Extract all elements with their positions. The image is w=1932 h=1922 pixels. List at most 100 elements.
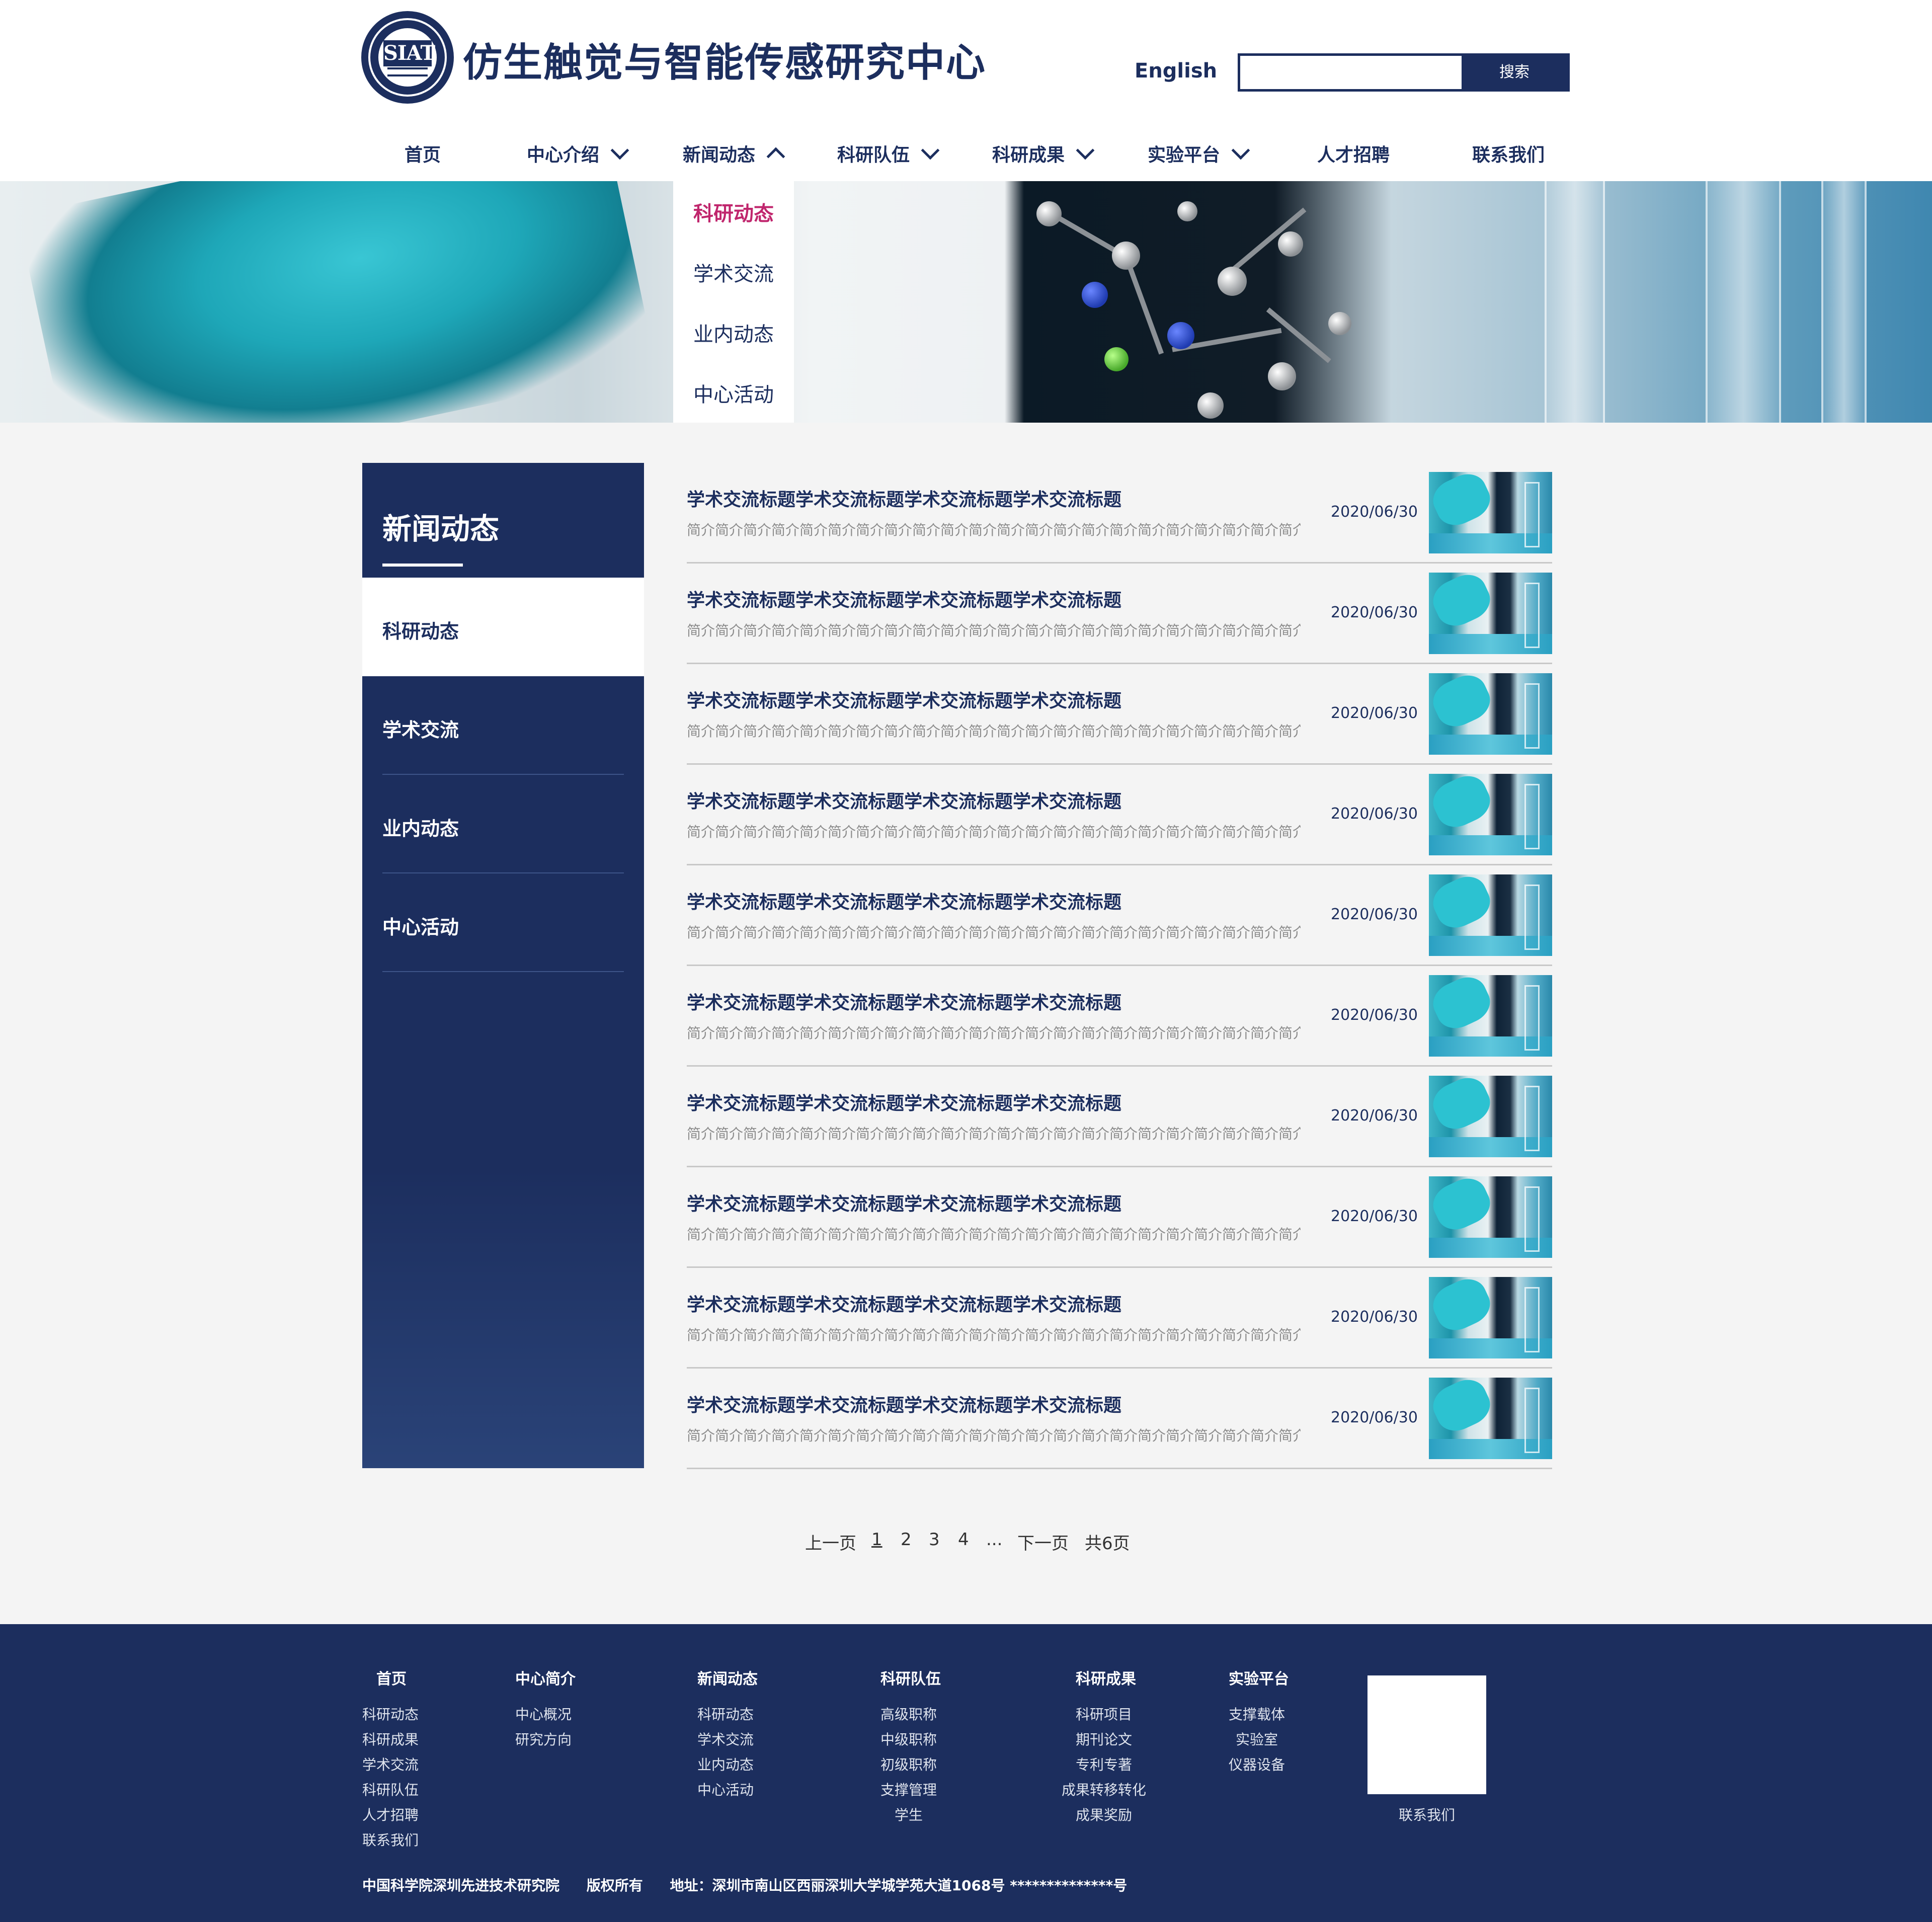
footer-link[interactable]: 支撑载体 (1229, 1704, 1285, 1724)
news-title[interactable]: 学术交流标题学术交流标题学术交流标题学术交流标题 (687, 888, 1121, 914)
thumb-flask (1524, 1388, 1540, 1453)
search-button[interactable]: 搜索 (1462, 56, 1567, 89)
footer-link[interactable]: 实验室 (1236, 1729, 1278, 1749)
footer-col-head[interactable]: 科研队伍 (880, 1666, 941, 1689)
news-title[interactable]: 学术交流标题学术交流标题学术交流标题学术交流标题 (687, 1290, 1121, 1316)
nav-item-home[interactable]: 首页 (405, 130, 441, 181)
footer-col-head[interactable]: 中心简介 (515, 1666, 576, 1689)
footer-link[interactable]: 学术交流 (362, 1754, 419, 1774)
news-thumbnail[interactable] (1429, 573, 1552, 654)
sidebar-item-research-news[interactable]: 科研动态 (362, 578, 644, 676)
sidebar-item-industry-news[interactable]: 业内动态 (362, 775, 644, 873)
footer-link[interactable]: 期刊论文 (1076, 1729, 1132, 1749)
news-thumbnail[interactable] (1429, 774, 1552, 855)
news-item[interactable]: 学术交流标题学术交流标题学术交流标题学术交流标题 简介简介简介简介简介简介简介简… (687, 1067, 1552, 1167)
siat-logo[interactable]: SIAT (361, 11, 454, 104)
test-tube-shape (1821, 181, 1867, 423)
footer-link[interactable]: 科研动态 (362, 1704, 419, 1724)
sidebar-item-center-activities[interactable]: 中心活动 (362, 873, 644, 972)
news-title[interactable]: 学术交流标题学术交流标题学术交流标题学术交流标题 (687, 1391, 1121, 1417)
footer-link[interactable]: 科研成果 (362, 1729, 419, 1749)
page-link-1[interactable]: 1 (871, 1530, 882, 1550)
news-item[interactable]: 学术交流标题学术交流标题学术交流标题学术交流标题 简介简介简介简介简介简介简介简… (687, 1167, 1552, 1268)
nav-item-contact[interactable]: 联系我们 (1472, 130, 1545, 181)
footer-link[interactable]: 中级职称 (880, 1729, 937, 1749)
news-title[interactable]: 学术交流标题学术交流标题学术交流标题学术交流标题 (687, 787, 1121, 813)
news-thumbnail[interactable] (1429, 975, 1552, 1057)
news-item[interactable]: 学术交流标题学术交流标题学术交流标题学术交流标题 简介简介简介简介简介简介简介简… (687, 664, 1552, 765)
thumb-flask (1524, 482, 1540, 547)
footer-link[interactable]: 业内动态 (697, 1754, 754, 1774)
footer-link[interactable]: 研究方向 (515, 1729, 572, 1749)
prev-page-link[interactable]: 上一页 (805, 1530, 856, 1554)
page-link-2[interactable]: 2 (901, 1530, 912, 1550)
footer-link[interactable]: 仪器设备 (1229, 1754, 1285, 1774)
page-link-4[interactable]: 4 (958, 1530, 969, 1550)
footer-col-head[interactable]: 实验平台 (1229, 1666, 1289, 1689)
news-item[interactable]: 学术交流标题学术交流标题学术交流标题学术交流标题 简介简介简介简介简介简介简介简… (687, 1369, 1552, 1469)
footer-link[interactable]: 学术交流 (697, 1729, 754, 1749)
thumb-glove (1429, 472, 1496, 532)
footer-link[interactable]: 中心概况 (515, 1704, 572, 1724)
next-page-link[interactable]: 下一页 (1017, 1530, 1069, 1554)
news-title[interactable]: 学术交流标题学术交流标题学术交流标题学术交流标题 (687, 1189, 1121, 1216)
dropdown-item-academic-exchange[interactable]: 学术交流 (673, 258, 794, 287)
nav-item-recruit[interactable]: 人才招聘 (1317, 130, 1390, 181)
footer-link[interactable]: 成果奖励 (1076, 1804, 1132, 1824)
footer-col-head[interactable]: 首页 (376, 1666, 407, 1689)
news-summary: 简介简介简介简介简介简介简介简介简介简介简介简介简介简介简介简介简介简介简介简介… (687, 622, 1301, 639)
sidebar-item-label: 科研动态 (382, 620, 459, 643)
dropdown-item-industry-news[interactable]: 业内动态 (673, 318, 794, 347)
news-item[interactable]: 学术交流标题学术交流标题学术交流标题学术交流标题 简介简介简介简介简介简介简介简… (687, 865, 1552, 966)
news-title[interactable]: 学术交流标题学术交流标题学术交流标题学术交流标题 (687, 485, 1121, 511)
footer-col-head[interactable]: 科研成果 (1076, 1666, 1136, 1689)
footer-link[interactable]: 科研动态 (697, 1704, 754, 1724)
news-thumbnail[interactable] (1429, 1378, 1552, 1459)
molecule-atom (1218, 267, 1247, 296)
nav-item-platform[interactable]: 实验平台 (1148, 130, 1250, 181)
dropdown-item-research-news[interactable]: 科研动态 (673, 197, 794, 226)
news-item[interactable]: 学术交流标题学术交流标题学术交流标题学术交流标题 简介简介简介简介简介简介简介简… (687, 564, 1552, 664)
news-title[interactable]: 学术交流标题学术交流标题学术交流标题学术交流标题 (687, 686, 1121, 712)
news-thumbnail[interactable] (1429, 1076, 1552, 1157)
news-dropdown-menu: 科研动态 学术交流 业内动态 中心活动 (673, 181, 794, 423)
news-summary: 简介简介简介简介简介简介简介简介简介简介简介简介简介简介简介简介简介简介简介简介… (687, 1025, 1301, 1042)
footer-link[interactable]: 人才招聘 (362, 1804, 419, 1824)
dropdown-item-center-activities[interactable]: 中心活动 (673, 378, 794, 408)
qr-label[interactable]: 联系我们 (1399, 1804, 1455, 1824)
english-link[interactable]: English (1135, 59, 1217, 83)
footer-link[interactable]: 支撑管理 (880, 1779, 937, 1799)
page-link-3[interactable]: 3 (929, 1530, 940, 1550)
footer-link[interactable]: 科研项目 (1076, 1704, 1132, 1724)
news-title[interactable]: 学术交流标题学术交流标题学术交流标题学术交流标题 (687, 586, 1121, 612)
footer-link[interactable]: 初级职称 (880, 1754, 937, 1774)
news-thumbnail[interactable] (1429, 874, 1552, 956)
footer-link[interactable]: 科研队伍 (362, 1779, 419, 1799)
nav-item-results[interactable]: 科研成果 (992, 130, 1095, 181)
news-thumbnail[interactable] (1429, 1277, 1552, 1358)
news-item[interactable]: 学术交流标题学术交流标题学术交流标题学术交流标题 简介简介简介简介简介简介简介简… (687, 463, 1552, 564)
footer-link[interactable]: 联系我们 (362, 1829, 419, 1850)
nav-item-about[interactable]: 中心介绍 (527, 130, 629, 181)
news-thumbnail[interactable] (1429, 1176, 1552, 1258)
news-thumbnail[interactable] (1429, 472, 1552, 553)
news-item[interactable]: 学术交流标题学术交流标题学术交流标题学术交流标题 简介简介简介简介简介简介简介简… (687, 765, 1552, 865)
nav-item-team[interactable]: 科研队伍 (837, 130, 940, 181)
sidebar-item-academic-exchange[interactable]: 学术交流 (362, 676, 644, 775)
footer-link[interactable]: 高级职称 (880, 1704, 937, 1724)
footer-link[interactable]: 学生 (895, 1804, 923, 1824)
site-title[interactable]: 仿生触觉与智能传感研究中心 (463, 31, 986, 88)
search-input[interactable] (1240, 56, 1462, 89)
news-item[interactable]: 学术交流标题学术交流标题学术交流标题学术交流标题 简介简介简介简介简介简介简介简… (687, 966, 1552, 1067)
footer-link[interactable]: 专利专著 (1076, 1754, 1132, 1774)
news-title[interactable]: 学术交流标题学术交流标题学术交流标题学术交流标题 (687, 988, 1121, 1014)
molecule-atom (1197, 392, 1224, 419)
nav-item-news[interactable]: 新闻动态 (683, 130, 785, 181)
footer-link[interactable]: 成果转移转化 (1062, 1779, 1146, 1799)
footer-link[interactable]: 中心活动 (697, 1779, 754, 1799)
glove-shape (17, 181, 657, 423)
news-title[interactable]: 学术交流标题学术交流标题学术交流标题学术交流标题 (687, 1089, 1121, 1115)
footer-col-head[interactable]: 新闻动态 (697, 1666, 758, 1689)
news-item[interactable]: 学术交流标题学术交流标题学术交流标题学术交流标题 简介简介简介简介简介简介简介简… (687, 1268, 1552, 1369)
news-thumbnail[interactable] (1429, 673, 1552, 755)
